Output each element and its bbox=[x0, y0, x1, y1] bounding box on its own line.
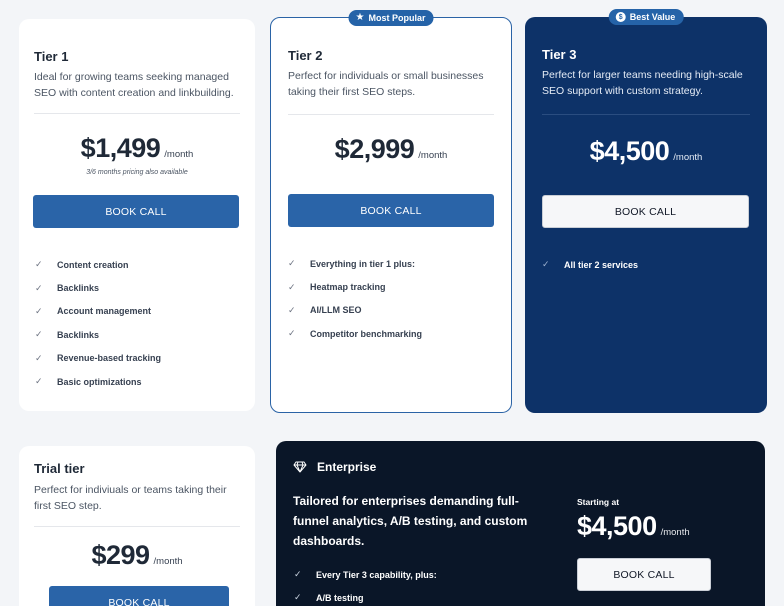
check-icon: ✓ bbox=[35, 376, 43, 387]
feature-list: ✓ Everything in tier 1 plus: ✓ Heatmap tra… bbox=[288, 252, 422, 346]
tier-description: Perfect for individuals or small busines… bbox=[288, 70, 484, 98]
check-icon: ✓ bbox=[288, 328, 296, 339]
price-period: /month bbox=[673, 152, 703, 163]
price-period: /month bbox=[153, 556, 183, 567]
price: $4,500 bbox=[577, 511, 657, 541]
check-icon: ✓ bbox=[35, 282, 43, 293]
price: $299 bbox=[91, 540, 150, 570]
check-icon: ✓ bbox=[35, 329, 43, 340]
pricing-note: 3/6 months pricing also available bbox=[86, 169, 188, 176]
check-icon: ✓ bbox=[35, 305, 43, 316]
tier-title: Tier 2 bbox=[288, 48, 323, 63]
price-row: $4,500 /month bbox=[525, 136, 767, 167]
badge-label: Most Popular bbox=[368, 13, 426, 23]
price-period: /month bbox=[164, 149, 194, 160]
price: $4,500 bbox=[589, 136, 670, 166]
most-popular-badge: ★ Most Popular bbox=[348, 10, 434, 26]
pricing-card-tier-1: Tier 1 Ideal for growing teams seeking m… bbox=[19, 19, 255, 411]
check-icon: ✓ bbox=[35, 352, 43, 363]
book-call-button[interactable]: BOOK CALL bbox=[49, 586, 229, 606]
feature-item: ✓ Competitor benchmarking bbox=[288, 322, 422, 345]
book-call-button[interactable]: BOOK CALL bbox=[577, 558, 711, 591]
feature-label: Content creation bbox=[57, 259, 129, 270]
pricing-card-trial: Trial tier Perfect for indiviuals or tea… bbox=[19, 446, 255, 606]
divider bbox=[34, 113, 240, 114]
feature-list: ✓ Content creation ✓ Backlinks ✓ Account ma… bbox=[35, 253, 161, 393]
feature-label: All tier 2 services bbox=[564, 259, 639, 270]
divider bbox=[34, 526, 240, 527]
tier-title: Trial tier bbox=[34, 461, 85, 476]
check-icon: ✓ bbox=[35, 259, 43, 270]
feature-label: Backlinks bbox=[57, 329, 100, 340]
feature-item: ✓ AI/LLM SEO bbox=[288, 299, 422, 322]
tier-title: Tier 3 bbox=[542, 47, 577, 62]
feature-list: ✓ All tier 2 services bbox=[542, 253, 638, 276]
feature-label: Revenue-based tracking bbox=[57, 353, 162, 364]
enterprise-header: Enterprise bbox=[293, 460, 376, 474]
starting-at-label: Starting at bbox=[577, 497, 620, 507]
feature-list: ✓ Every Tier 3 capability, plus: ✓ A/B tes… bbox=[294, 563, 437, 606]
best-value-badge: $ Best Value bbox=[608, 9, 684, 25]
feature-label: Every Tier 3 capability, plus: bbox=[316, 569, 437, 580]
check-icon: ✓ bbox=[542, 259, 550, 270]
feature-label: Everything in tier 1 plus: bbox=[310, 258, 416, 269]
enterprise-title: Enterprise bbox=[317, 460, 377, 474]
feature-item: ✓ Backlinks bbox=[35, 276, 161, 299]
price-row: $1,499 /month bbox=[19, 133, 255, 164]
price: $1,499 bbox=[80, 133, 161, 163]
price-period: /month bbox=[660, 527, 690, 538]
feature-item: ✓ Content creation bbox=[35, 253, 161, 276]
divider bbox=[288, 114, 494, 115]
price-row: $2,999 /month bbox=[271, 134, 511, 165]
check-icon: ✓ bbox=[288, 258, 296, 269]
pricing-card-tier-3: $ Best Value Tier 3 Perfect for larger t… bbox=[525, 9, 767, 413]
feature-item: ✓ Heatmap tracking bbox=[288, 275, 422, 298]
feature-item: ✓ Account management bbox=[35, 300, 161, 323]
feature-item: ✓ Every Tier 3 capability, plus: bbox=[294, 563, 437, 586]
book-call-button[interactable]: BOOK CALL bbox=[542, 195, 749, 228]
feature-item: ✓ A/B testing bbox=[294, 586, 437, 606]
price-row: $299 /month bbox=[19, 540, 255, 571]
check-icon: ✓ bbox=[294, 592, 302, 602]
price-row: $4,500 /month bbox=[577, 511, 690, 542]
price: $2,999 bbox=[334, 134, 415, 164]
feature-label: Account management bbox=[57, 306, 152, 317]
feature-label: Competitor benchmarking bbox=[310, 328, 423, 339]
divider bbox=[542, 114, 750, 115]
feature-label: Basic optimizations bbox=[57, 376, 142, 387]
star-icon: ★ bbox=[355, 12, 365, 23]
feature-label: Heatmap tracking bbox=[310, 282, 386, 293]
feature-item: ✓ Backlinks bbox=[35, 323, 161, 346]
enterprise-tagline: Tailored for enterprises demanding full-… bbox=[293, 494, 528, 548]
feature-item: ✓ Everything in tier 1 plus: bbox=[288, 252, 422, 275]
check-icon: ✓ bbox=[288, 304, 296, 315]
price-period: /month bbox=[418, 150, 448, 161]
feature-item: ✓ All tier 2 services bbox=[542, 253, 638, 276]
tier-title: Tier 1 bbox=[34, 49, 69, 64]
tier-description: Ideal for growing teams seeking managed … bbox=[34, 71, 234, 99]
feature-label: AI/LLM SEO bbox=[310, 305, 362, 316]
badge-label: Best Value bbox=[629, 12, 676, 22]
check-icon: ✓ bbox=[294, 569, 302, 579]
tier-description: Perfect for larger teams needing high-sc… bbox=[542, 69, 743, 97]
dollar-coin-icon: $ bbox=[615, 12, 626, 22]
feature-item: ✓ Basic optimizations bbox=[35, 370, 161, 393]
pricing-card-enterprise: Enterprise Tailored for enterprises dema… bbox=[276, 441, 765, 606]
feature-item: ✓ Revenue-based tracking bbox=[35, 347, 161, 370]
feature-label: Backlinks bbox=[57, 283, 100, 294]
tier-description: Perfect for indiviuals or teams taking t… bbox=[34, 484, 227, 512]
diamond-icon bbox=[293, 461, 307, 473]
check-icon: ✓ bbox=[288, 281, 296, 292]
book-call-button[interactable]: BOOK CALL bbox=[33, 195, 239, 228]
feature-label: A/B testing bbox=[316, 592, 364, 603]
book-call-button[interactable]: BOOK CALL bbox=[288, 194, 494, 227]
pricing-card-tier-2: ★ Most Popular Tier 2 Perfect for indivi… bbox=[270, 10, 512, 413]
